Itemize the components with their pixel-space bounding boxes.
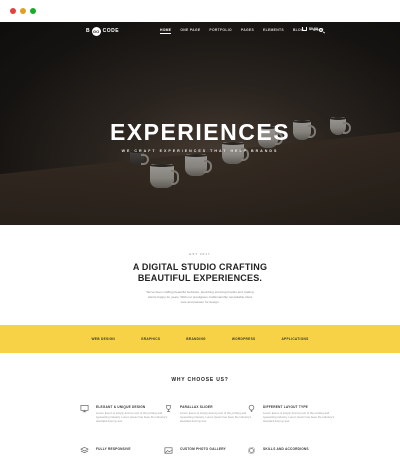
hero-title: EXPERIENCES (109, 119, 291, 145)
service-applications[interactable]: APPLICATIONS (281, 337, 308, 341)
feature-title: CUSTOM PHOTO GALLERY (180, 447, 226, 451)
menu-item-home[interactable]: HOME (160, 28, 171, 34)
cart-total: $0.00 (309, 27, 318, 31)
feature-text: Lorem Ipsum is simply dummy text of the … (96, 411, 168, 423)
browser-titlebar (0, 0, 400, 22)
headline-line-1: A DIGITAL STUDIO CRAFTING (132, 262, 268, 272)
main-menu: HOME ONE PAGE PORTFOLIO PAGES ELEMENTS B… (160, 28, 324, 34)
headline-line-2: BEAUTIFUL EXPERIENCES. (137, 273, 263, 283)
cart-icon (302, 27, 307, 31)
lightbulb-icon (248, 404, 255, 412)
menu-item-portfolio[interactable]: PORTFOLIO (209, 28, 231, 34)
intro-headline: A DIGITAL STUDIO CRAFTING BEAUTIFUL EXPE… (0, 262, 400, 284)
feature-text: Lorem Ipsum is simply dummy text of the … (180, 411, 252, 423)
feature-text: Lorem Ipsum is simply dummy text of the … (263, 411, 335, 423)
close-window-dot[interactable] (10, 8, 16, 14)
image-icon (164, 447, 173, 454)
hero-banner: EXPERIENCES WE CRAFT EXPERIENCES THAT HE… (0, 22, 400, 225)
why-choose-us-title: WHY CHOOSE US? (171, 377, 229, 383)
trophy-icon (166, 405, 171, 412)
hero-subtitle: WE CRAFT EXPERIENCES THAT HELP BRANDS (121, 149, 279, 153)
logo-prefix: B (86, 28, 90, 34)
logo-mark: GO (91, 26, 101, 36)
established-label: EST 2017 (189, 252, 211, 256)
feature-title: FULLY RESPONSIVE (96, 447, 131, 451)
maximize-window-dot[interactable] (30, 8, 36, 14)
search-icon[interactable] (319, 28, 323, 32)
cart-button[interactable]: $0.00 (302, 27, 318, 31)
service-branding[interactable]: BRANDING (186, 337, 206, 341)
site-logo[interactable]: B GO CODE (86, 26, 119, 36)
monitor-icon (80, 405, 89, 413)
service-wordpress[interactable]: WORDPRESS (232, 337, 256, 341)
top-navigation: B GO CODE HOME ONE PAGE PORTFOLIO PAGES … (0, 22, 400, 40)
feature-title: PARALLAX SLIDER (180, 405, 213, 409)
minimize-window-dot[interactable] (20, 8, 26, 14)
logo-text: CODE (102, 28, 120, 34)
layers-icon (80, 446, 89, 454)
menu-item-one-page[interactable]: ONE PAGE (180, 28, 200, 34)
feature-title: ELEGANT & UNIQUE DESIGN (96, 405, 146, 409)
menu-item-elements[interactable]: ELEMENTS (263, 28, 284, 34)
feature-title: SKILLS AND ACCORDIONS (263, 447, 309, 451)
services-band: WEB DESIGN GRAPHICS BRANDING WORDPRESS A… (0, 325, 400, 353)
services-list: WEB DESIGN GRAPHICS BRANDING WORDPRESS A… (0, 337, 400, 341)
service-graphics[interactable]: GRAPHICS (141, 337, 160, 341)
feature-title: DIFFERENT LAYOUT TYPE (263, 405, 308, 409)
intro-text: We've been crafting beautiful websites, … (146, 290, 254, 304)
service-web-design[interactable]: WEB DESIGN (91, 337, 115, 341)
gear-icon (247, 446, 256, 455)
menu-item-pages[interactable]: PAGES (241, 28, 254, 34)
